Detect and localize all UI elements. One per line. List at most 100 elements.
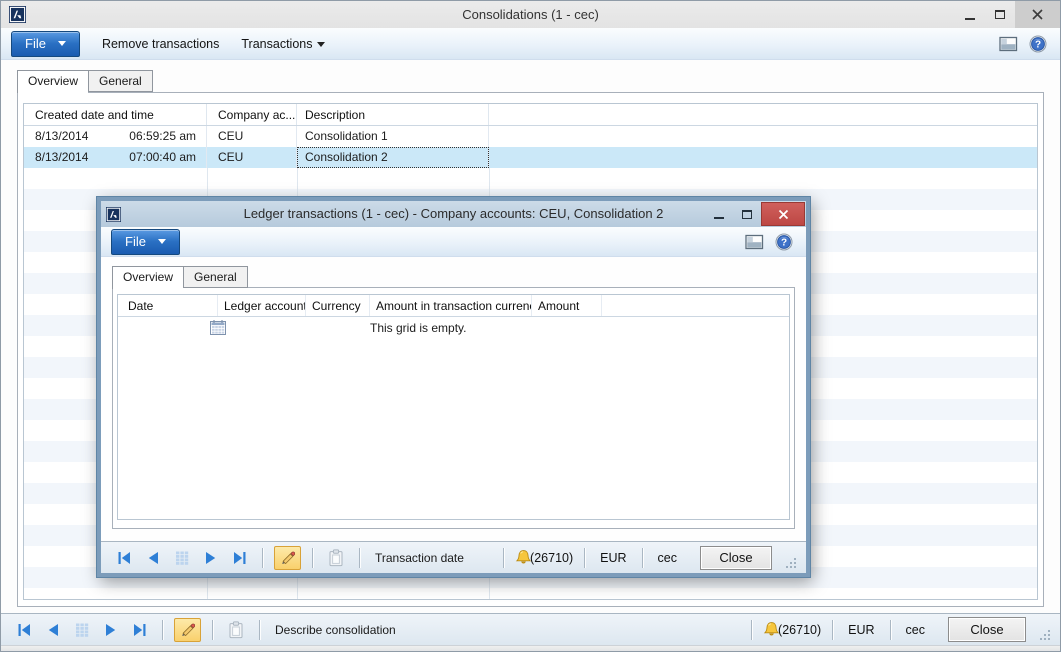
first-record-icon — [116, 551, 132, 565]
tab-overview[interactable]: Overview — [112, 266, 183, 289]
chevron-down-icon — [158, 239, 166, 244]
cell-date: 8/13/2014 — [35, 147, 88, 168]
resize-grip[interactable] — [785, 557, 798, 570]
company-indicator[interactable]: cec — [654, 551, 681, 565]
attach-document-button[interactable] — [324, 546, 348, 570]
help-icon[interactable]: ? — [1029, 35, 1047, 53]
alert-count: (26710) — [778, 623, 821, 637]
close-window-button[interactable] — [761, 202, 805, 226]
maximize-icon — [995, 10, 1005, 19]
cell-description-focused: Consolidation 2 — [297, 147, 489, 168]
alerts-indicator[interactable]: (26710) — [515, 549, 573, 566]
currency-indicator[interactable]: EUR — [596, 551, 630, 565]
chevron-down-icon — [58, 41, 66, 46]
separator — [642, 548, 643, 568]
edit-record-button[interactable] — [274, 546, 301, 570]
resize-grip[interactable] — [1039, 629, 1052, 642]
edit-record-button[interactable] — [174, 618, 201, 642]
window-bottom-frame — [1, 645, 1060, 651]
attach-document-button[interactable] — [224, 618, 248, 642]
ledger-transactions-window: Ledger transactions (1 - cec) - Company … — [97, 197, 810, 577]
cell-description: Consolidation 1 — [297, 126, 489, 147]
separator — [890, 620, 891, 640]
child-menubar: File ? — [101, 227, 806, 257]
pencil-icon — [180, 622, 195, 637]
previous-record-icon — [145, 551, 161, 565]
close-form-button[interactable]: Close — [700, 546, 772, 570]
main-titlebar: Consolidations (1 - cec) — [1, 1, 1060, 28]
main-statusbar: Describe consolidation (26710) EUR cec C… — [1, 613, 1060, 645]
last-record-button[interactable] — [129, 619, 151, 641]
chevron-down-icon — [317, 42, 325, 47]
column-header-created[interactable]: Created date and time — [24, 104, 207, 125]
clipboard-icon — [328, 549, 344, 567]
child-window-title: Ledger transactions (1 - cec) - Company … — [101, 201, 806, 227]
child-statusbar: Transaction date (26710) EUR cec Close — [101, 541, 806, 573]
last-record-button[interactable] — [229, 547, 251, 569]
grid-view-icon — [75, 623, 90, 637]
main-window-title: Consolidations (1 - cec) — [1, 1, 1060, 28]
calendar-icon[interactable] — [210, 320, 226, 335]
tab-general[interactable]: General — [88, 70, 153, 92]
maximize-button[interactable] — [985, 1, 1015, 28]
file-menu-button[interactable]: File — [11, 31, 80, 57]
separator — [503, 548, 504, 568]
company-indicator[interactable]: cec — [902, 623, 929, 637]
cell-time: 06:59:25 am — [129, 126, 196, 147]
layout-pane-icon[interactable] — [745, 234, 764, 250]
column-header-amount[interactable]: Amount — [532, 295, 602, 316]
close-icon — [778, 209, 789, 220]
currency-indicator[interactable]: EUR — [844, 623, 878, 637]
grid-view-button[interactable] — [71, 619, 93, 641]
next-record-button[interactable] — [100, 619, 122, 641]
svg-text:?: ? — [1035, 39, 1041, 50]
alert-count: (26710) — [530, 551, 573, 565]
column-header-ledger-account[interactable]: Ledger account — [218, 295, 306, 316]
tab-overview[interactable]: Overview — [17, 70, 88, 93]
separator — [751, 620, 752, 640]
child-workspace: Overview General Date Ledger account Cur… — [101, 257, 806, 541]
status-help-text: Describe consolidation — [275, 623, 396, 637]
table-row-selected[interactable]: 8/13/2014 07:00:40 am CEU Consolidation … — [24, 147, 1037, 168]
minimize-button[interactable] — [955, 1, 985, 28]
maximize-icon — [742, 210, 752, 219]
separator — [262, 548, 263, 568]
column-header-amount-transaction[interactable]: Amount in transaction currency — [370, 295, 532, 316]
cell-company: CEU — [207, 126, 297, 147]
close-window-button[interactable] — [1015, 1, 1060, 28]
previous-record-button[interactable] — [142, 547, 164, 569]
menu-item-transactions[interactable]: Transactions — [241, 37, 325, 51]
grid-empty-row: This grid is empty. — [118, 317, 789, 339]
app-icon — [106, 207, 121, 222]
column-header-company[interactable]: Company ac... — [207, 104, 297, 125]
grid-header: Created date and time Company ac... Desc… — [24, 104, 1037, 126]
grid-view-button[interactable] — [171, 547, 193, 569]
column-header-date[interactable]: Date — [118, 295, 218, 316]
next-record-button[interactable] — [200, 547, 222, 569]
first-record-button[interactable] — [113, 547, 135, 569]
clipboard-icon — [228, 621, 244, 639]
close-icon — [1032, 9, 1043, 20]
previous-record-button[interactable] — [42, 619, 64, 641]
grid-header: Date Ledger account Currency Amount in t… — [118, 295, 789, 317]
status-help-text: Transaction date — [375, 551, 464, 565]
ledger-transactions-grid: Date Ledger account Currency Amount in t… — [117, 294, 790, 520]
close-form-button[interactable]: Close — [948, 617, 1026, 642]
layout-pane-icon[interactable] — [999, 36, 1018, 52]
minimize-icon — [965, 18, 975, 20]
menu-item-remove-transactions[interactable]: Remove transactions — [102, 37, 219, 51]
previous-record-icon — [45, 623, 61, 637]
first-record-button[interactable] — [13, 619, 35, 641]
maximize-button[interactable] — [733, 202, 760, 226]
column-header-description[interactable]: Description — [297, 104, 489, 125]
file-menu-button[interactable]: File — [111, 229, 180, 255]
child-titlebar: Ledger transactions (1 - cec) - Company … — [101, 201, 806, 227]
first-record-icon — [16, 623, 32, 637]
table-row[interactable]: 8/13/2014 06:59:25 am CEU Consolidation … — [24, 126, 1037, 147]
column-header-currency[interactable]: Currency — [306, 295, 370, 316]
separator — [312, 548, 313, 568]
minimize-button[interactable] — [705, 202, 732, 226]
alerts-indicator[interactable]: (26710) — [763, 621, 821, 638]
help-icon[interactable]: ? — [775, 233, 793, 251]
tab-general[interactable]: General — [183, 266, 248, 288]
